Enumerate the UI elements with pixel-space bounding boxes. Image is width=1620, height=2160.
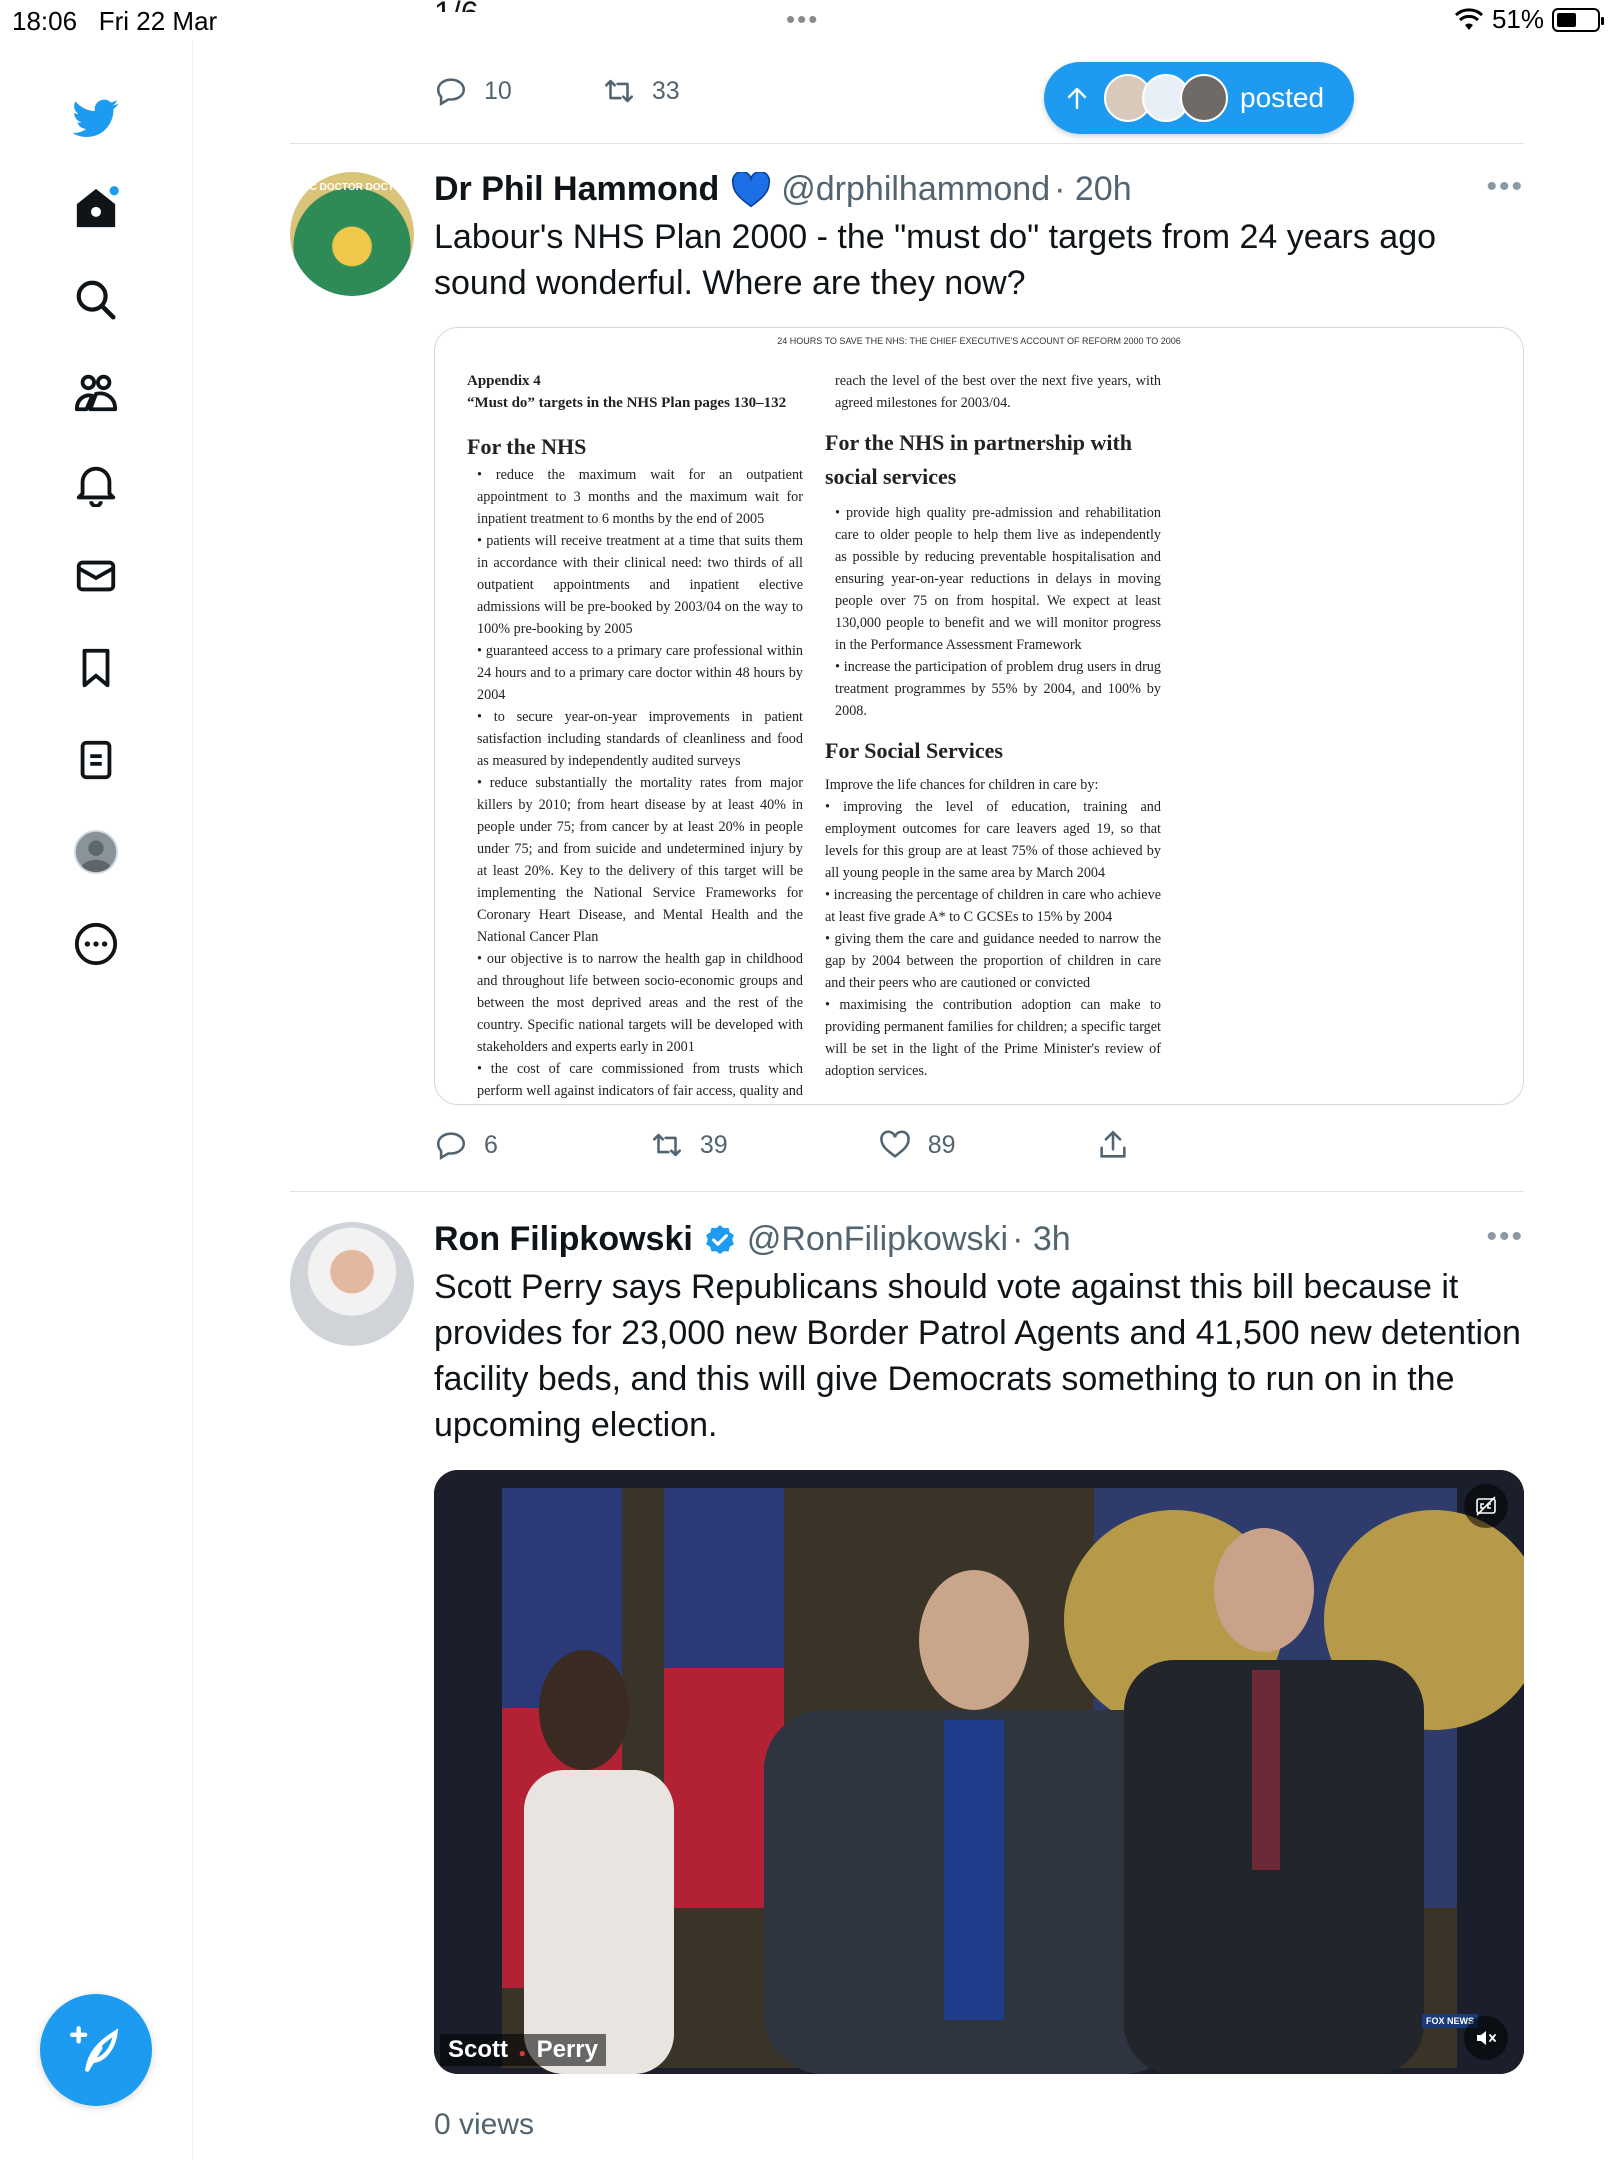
new-posts-avatars bbox=[1104, 74, 1228, 122]
new-posts-label: posted bbox=[1240, 82, 1325, 113]
document-left-column: Appendix 4 “Must do” targets in the NHS … bbox=[467, 370, 803, 1104]
captions-button[interactable] bbox=[1464, 1484, 1508, 1528]
avatar bbox=[1180, 74, 1228, 122]
author-name[interactable]: Ron Filipkowski bbox=[434, 1220, 693, 1259]
tweet-time[interactable]: · 3h bbox=[1012, 1220, 1071, 1259]
avatar[interactable] bbox=[290, 1222, 414, 1346]
like-button[interactable]: 89 bbox=[878, 1128, 956, 1162]
previous-tweet-actions: 10 33 bbox=[434, 74, 680, 108]
more-options-icon[interactable]: ••• bbox=[1486, 1220, 1524, 1254]
twitter-logo-icon[interactable] bbox=[66, 88, 126, 148]
communities-icon[interactable] bbox=[66, 362, 126, 422]
document-heading: For Social Services bbox=[825, 738, 1003, 763]
home-icon[interactable] bbox=[66, 178, 126, 238]
previous-tweet-fragment: 1/6 bbox=[434, 0, 478, 12]
blue-heart-icon bbox=[732, 171, 771, 207]
tweet-header: Ron Filipkowski @RonFilipkowski · 3h bbox=[434, 1220, 1071, 1259]
author-handle[interactable]: @RonFilipkowski bbox=[747, 1220, 1008, 1259]
more-options-icon[interactable]: ••• bbox=[1486, 170, 1524, 204]
tweet-text: Scott Perry says Republicans should vote… bbox=[434, 1268, 1521, 1444]
video-frame bbox=[434, 1470, 1524, 2074]
document-paragraph: Improve the life chances for children in… bbox=[825, 777, 1161, 1079]
mute-button[interactable] bbox=[1464, 2016, 1508, 2060]
divider bbox=[290, 1191, 1524, 1192]
share-button[interactable] bbox=[1096, 1128, 1130, 1162]
retweet-button[interactable]: 39 bbox=[650, 1128, 728, 1162]
document-header: 24 HOURS TO SAVE THE NHS: THE CHIEF EXEC… bbox=[777, 336, 1181, 346]
battery-icon bbox=[1552, 7, 1604, 32]
avatar[interactable]: BBC DOCTOR DOCTOR bbox=[290, 172, 414, 296]
retweet-icon bbox=[652, 1133, 681, 1157]
document-paragraph: • provide high quality pre-admission and… bbox=[835, 505, 1161, 719]
video-caption: Scott ● Perry bbox=[440, 2034, 606, 2066]
tweet-actions: 6 39 89 bbox=[434, 1128, 1130, 1162]
divider bbox=[290, 143, 1524, 144]
document-paragraph: reach the level of the best over the nex… bbox=[835, 373, 1161, 411]
lists-icon[interactable] bbox=[66, 730, 126, 790]
author-handle[interactable]: @drphilhammond bbox=[781, 170, 1050, 209]
reply-icon bbox=[436, 78, 466, 107]
bookmarks-icon[interactable] bbox=[66, 638, 126, 698]
document-paragraph: • reduce the maximum wait for an outpati… bbox=[477, 467, 803, 1099]
compose-feather-icon bbox=[70, 2026, 119, 2072]
heart-icon bbox=[879, 1130, 910, 1158]
document-appendix-subtitle: “Must do” targets in the NHS Plan pages … bbox=[467, 395, 787, 411]
messages-icon[interactable] bbox=[66, 546, 126, 606]
document-appendix-title: Appendix 4 bbox=[467, 373, 541, 389]
notifications-icon[interactable] bbox=[66, 454, 126, 514]
tweet-text: Labour's NHS Plan 2000 - the "must do" t… bbox=[434, 218, 1437, 302]
tweet-video[interactable]: Scott ● Perry FOX NEWS bbox=[434, 1470, 1524, 2074]
reply-icon bbox=[436, 1132, 466, 1161]
reply-button[interactable]: 6 bbox=[434, 1128, 498, 1162]
arrow-up-icon bbox=[1067, 87, 1087, 110]
volume-muted-icon bbox=[1477, 2031, 1496, 2045]
author-name[interactable]: Dr Phil Hammond bbox=[434, 170, 719, 209]
verified-badge-icon bbox=[705, 1224, 734, 1254]
captions-icon bbox=[1476, 1496, 1496, 1516]
new-posts-pill[interactable]: posted bbox=[1044, 62, 1354, 134]
search-icon[interactable] bbox=[66, 270, 126, 330]
reply-button[interactable]: 10 bbox=[434, 74, 512, 108]
status-time: 18:06 Fri 22 Mar bbox=[12, 6, 218, 36]
retweet-button[interactable]: 33 bbox=[602, 74, 680, 108]
tweet-image[interactable]: 24 HOURS TO SAVE THE NHS: THE CHIEF EXEC… bbox=[434, 327, 1524, 1105]
document-heading: For the NHS in partnership with social s… bbox=[825, 430, 1133, 489]
document-heading: For the NHS bbox=[467, 434, 587, 459]
document-right-column: reach the level of the best over the nex… bbox=[825, 370, 1161, 1082]
more-icon[interactable] bbox=[66, 914, 126, 974]
share-icon bbox=[1099, 1130, 1126, 1158]
tweet-header: Dr Phil Hammond @drphilhammond · 20h bbox=[434, 170, 1132, 209]
tweet-time[interactable]: · 20h bbox=[1054, 170, 1132, 209]
avatar-label: BBC DOCTOR DOCTOR bbox=[295, 182, 409, 193]
retweet-icon bbox=[604, 79, 633, 103]
sidebar-nav bbox=[0, 40, 193, 2160]
compose-button[interactable] bbox=[40, 1994, 152, 2106]
view-count: 0 views bbox=[434, 2108, 535, 2141]
profile-icon[interactable] bbox=[66, 822, 126, 882]
timeline: 1/6 10 33 posted BBC DOCTOR DOCTOR Dr Ph… bbox=[290, 0, 1524, 2160]
